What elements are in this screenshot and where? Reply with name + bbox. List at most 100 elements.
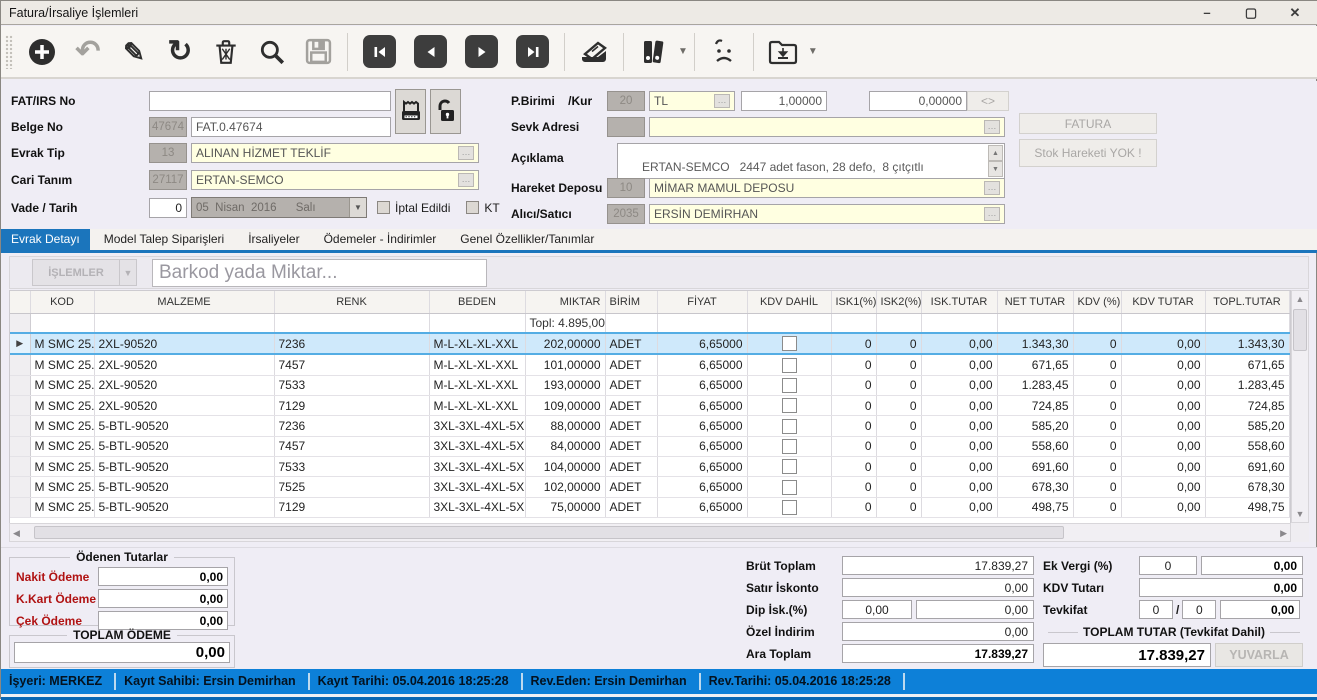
scroll-left-icon[interactable]: ◀ <box>13 525 20 541</box>
table-row[interactable]: M SMC 25... 2XL-90520 7129 M-L-XL-XL-XXL… <box>10 395 1289 415</box>
islemler-dropdown-arrow[interactable]: ▼ <box>120 259 137 286</box>
tab-irsaliyeler[interactable]: İrsaliyeler <box>238 229 309 250</box>
kdv-dahil-checkbox[interactable] <box>782 480 797 495</box>
stok-hareketi-button[interactable]: Stok Hareketi YOK ! <box>1019 139 1157 167</box>
header-malzeme[interactable]: MALZEME <box>94 291 274 313</box>
undo-button[interactable]: ↶ <box>65 32 111 72</box>
horizontal-scroll-thumb[interactable] <box>34 526 1064 539</box>
islemler-button[interactable]: İŞLEMLER <box>32 259 120 286</box>
kur2-input[interactable]: 0,00000 <box>869 91 967 111</box>
evrak-tip-browse-button[interactable]: … <box>458 146 474 160</box>
aciklama-textarea[interactable]: ERTAN-SEMCO 2447 adet fason, 28 defo, 8 … <box>617 143 1005 179</box>
toplam-tutar-input[interactable]: 17.839,27 <box>1043 643 1211 667</box>
nav-next-button[interactable] <box>465 35 498 68</box>
kdv-dahil-checkbox[interactable] <box>782 378 797 393</box>
kkart-odeme-input[interactable]: 0,00 <box>98 589 228 608</box>
header-miktar[interactable]: MIKTAR <box>525 291 605 313</box>
currency-input[interactable]: TL … <box>649 91 735 111</box>
archive-button[interactable] <box>630 32 676 72</box>
cari-tanim-browse-button[interactable]: … <box>458 173 474 187</box>
horizontal-scrollbar[interactable]: ◀ ▶ <box>9 523 1291 542</box>
add-button[interactable] <box>19 32 65 72</box>
hareket-deposu-browse-button[interactable]: … <box>984 181 1000 195</box>
header-kod[interactable]: KOD <box>30 291 94 313</box>
export-dropdown-arrow[interactable]: ▼ <box>808 46 818 57</box>
alici-satici-browse-button[interactable]: … <box>984 207 1000 221</box>
currency-browse-button[interactable]: … <box>714 94 730 108</box>
ek-vergi-pct-input[interactable]: 0 <box>1139 556 1197 575</box>
table-row[interactable]: M SMC 25... 5-BTL-90520 7236 3XL-3XL-4XL… <box>10 416 1289 436</box>
vertical-scroll-thumb[interactable] <box>1293 309 1307 351</box>
search-button[interactable] <box>249 32 295 72</box>
vade-input[interactable]: 0 <box>149 198 187 218</box>
evrak-tip-input[interactable]: ALINAN HİZMET TEKLİF … <box>191 143 479 163</box>
scroll-up-icon[interactable]: ▲ <box>1296 291 1305 307</box>
fat-irs-no-input[interactable] <box>149 91 391 111</box>
header-fiyat[interactable]: FİYAT <box>657 291 747 313</box>
ara-toplam-input[interactable]: 17.839,27 <box>842 644 1034 663</box>
kur-input[interactable]: 1,00000 <box>741 91 827 111</box>
spin-down-icon[interactable]: ▼ <box>988 161 1003 177</box>
hareket-deposu-input[interactable]: MİMAR MAMUL DEPOSU … <box>649 178 1005 198</box>
header-kdv-dahil[interactable]: KDV DAHİL <box>747 291 831 313</box>
nav-prev-button[interactable] <box>414 35 447 68</box>
dip-isk-pct-input[interactable]: 0,00 <box>842 600 912 619</box>
barcode-input[interactable] <box>152 259 487 287</box>
export-button[interactable] <box>760 32 806 72</box>
sevk-adresi-input[interactable]: … <box>649 117 1005 137</box>
ozel-indirim-input[interactable]: 0,00 <box>842 622 1034 641</box>
unlock-button[interactable] <box>430 89 461 134</box>
kdv-dahil-checkbox[interactable] <box>782 439 797 454</box>
scroll-right-icon[interactable]: ▶ <box>1280 525 1287 541</box>
tevkifat-a-input[interactable]: 0 <box>1139 600 1173 619</box>
toplam-odeme-input[interactable]: 0,00 <box>14 642 230 663</box>
minimize-button[interactable]: – <box>1198 5 1216 21</box>
refresh-button[interactable]: ↻ <box>157 32 203 72</box>
table-row[interactable]: ▶ M SMC 25... 2XL-90520 7236 M-L-XL-XL-X… <box>10 333 1289 354</box>
table-row[interactable]: M SMC 25... 5-BTL-90520 7129 3XL-3XL-4XL… <box>10 497 1289 517</box>
belge-no-input[interactable]: FAT.0.47674 <box>191 117 391 137</box>
yuvarla-button[interactable]: YUVARLA <box>1215 643 1303 667</box>
kdv-tutari-input[interactable]: 0,00 <box>1139 578 1303 597</box>
aciklama-spinner[interactable]: ▲▼ <box>988 145 1003 177</box>
table-row[interactable]: M SMC 25... 2XL-90520 7533 M-L-XL-XL-XXL… <box>10 375 1289 395</box>
tab-model-talep-siparisleri[interactable]: Model Talep Siparişleri <box>94 229 235 250</box>
satir-iskonto-input[interactable]: 0,00 <box>842 578 1034 597</box>
date-dropdown-arrow[interactable]: ▼ <box>349 198 366 217</box>
kur-swap-button[interactable]: <> <box>967 91 1009 111</box>
mood-button[interactable] <box>701 32 747 72</box>
tab-genel-ozellikler[interactable]: Genel Özellikler/Tanımlar <box>450 229 604 250</box>
fatura-button[interactable]: FATURA <box>1019 113 1157 134</box>
kdv-dahil-checkbox[interactable] <box>782 459 797 474</box>
table-row[interactable]: M SMC 25... 2XL-90520 7457 M-L-XL-XL-XXL… <box>10 354 1289 375</box>
header-kdv-tutar[interactable]: KDV TUTAR <box>1121 291 1205 313</box>
maximize-button[interactable]: ▢ <box>1242 5 1260 21</box>
tab-odemeler-indirimler[interactable]: Ödemeler - İndirimler <box>314 229 447 250</box>
header-isk2[interactable]: ISK2(%) <box>876 291 921 313</box>
alici-satici-input[interactable]: ERSİN DEMİRHAN … <box>649 204 1005 224</box>
tevkifat-input[interactable]: 0,00 <box>1220 600 1300 619</box>
kdv-dahil-checkbox[interactable] <box>782 398 797 413</box>
header-topl-tutar[interactable]: TOPL.TUTAR <box>1205 291 1289 313</box>
archive-dropdown-arrow[interactable]: ▼ <box>678 46 688 57</box>
header-renk[interactable]: RENK <box>274 291 429 313</box>
tab-evrak-detayi[interactable]: Evrak Detayı <box>1 229 90 250</box>
save-button[interactable] <box>295 32 341 72</box>
edit-button[interactable]: ✎ <box>111 32 157 72</box>
kdv-dahil-checkbox[interactable] <box>782 500 797 515</box>
vertical-scrollbar[interactable]: ▲ ▼ <box>1291 290 1309 523</box>
kt-checkbox[interactable] <box>466 201 479 214</box>
header-net-tutar[interactable]: NET TUTAR <box>997 291 1073 313</box>
header-isk-tutar[interactable]: ISK.TUTAR <box>921 291 997 313</box>
nav-last-button[interactable] <box>516 35 549 68</box>
print-receipt-button[interactable] <box>395 89 426 134</box>
delete-button[interactable] <box>203 32 249 72</box>
cari-tanim-input[interactable]: ERTAN-SEMCO … <box>191 170 479 190</box>
table-row[interactable]: M SMC 25... 5-BTL-90520 7525 3XL-3XL-4XL… <box>10 477 1289 497</box>
tevkifat-b-input[interactable]: 0 <box>1182 600 1216 619</box>
sevk-adresi-browse-button[interactable]: … <box>984 120 1000 134</box>
nakit-odeme-input[interactable]: 0,00 <box>98 567 228 586</box>
header-birim[interactable]: BİRİM <box>605 291 657 313</box>
iptal-edildi-checkbox[interactable] <box>377 201 390 214</box>
table-row[interactable]: M SMC 25... 5-BTL-90520 7457 3XL-3XL-4XL… <box>10 436 1289 456</box>
